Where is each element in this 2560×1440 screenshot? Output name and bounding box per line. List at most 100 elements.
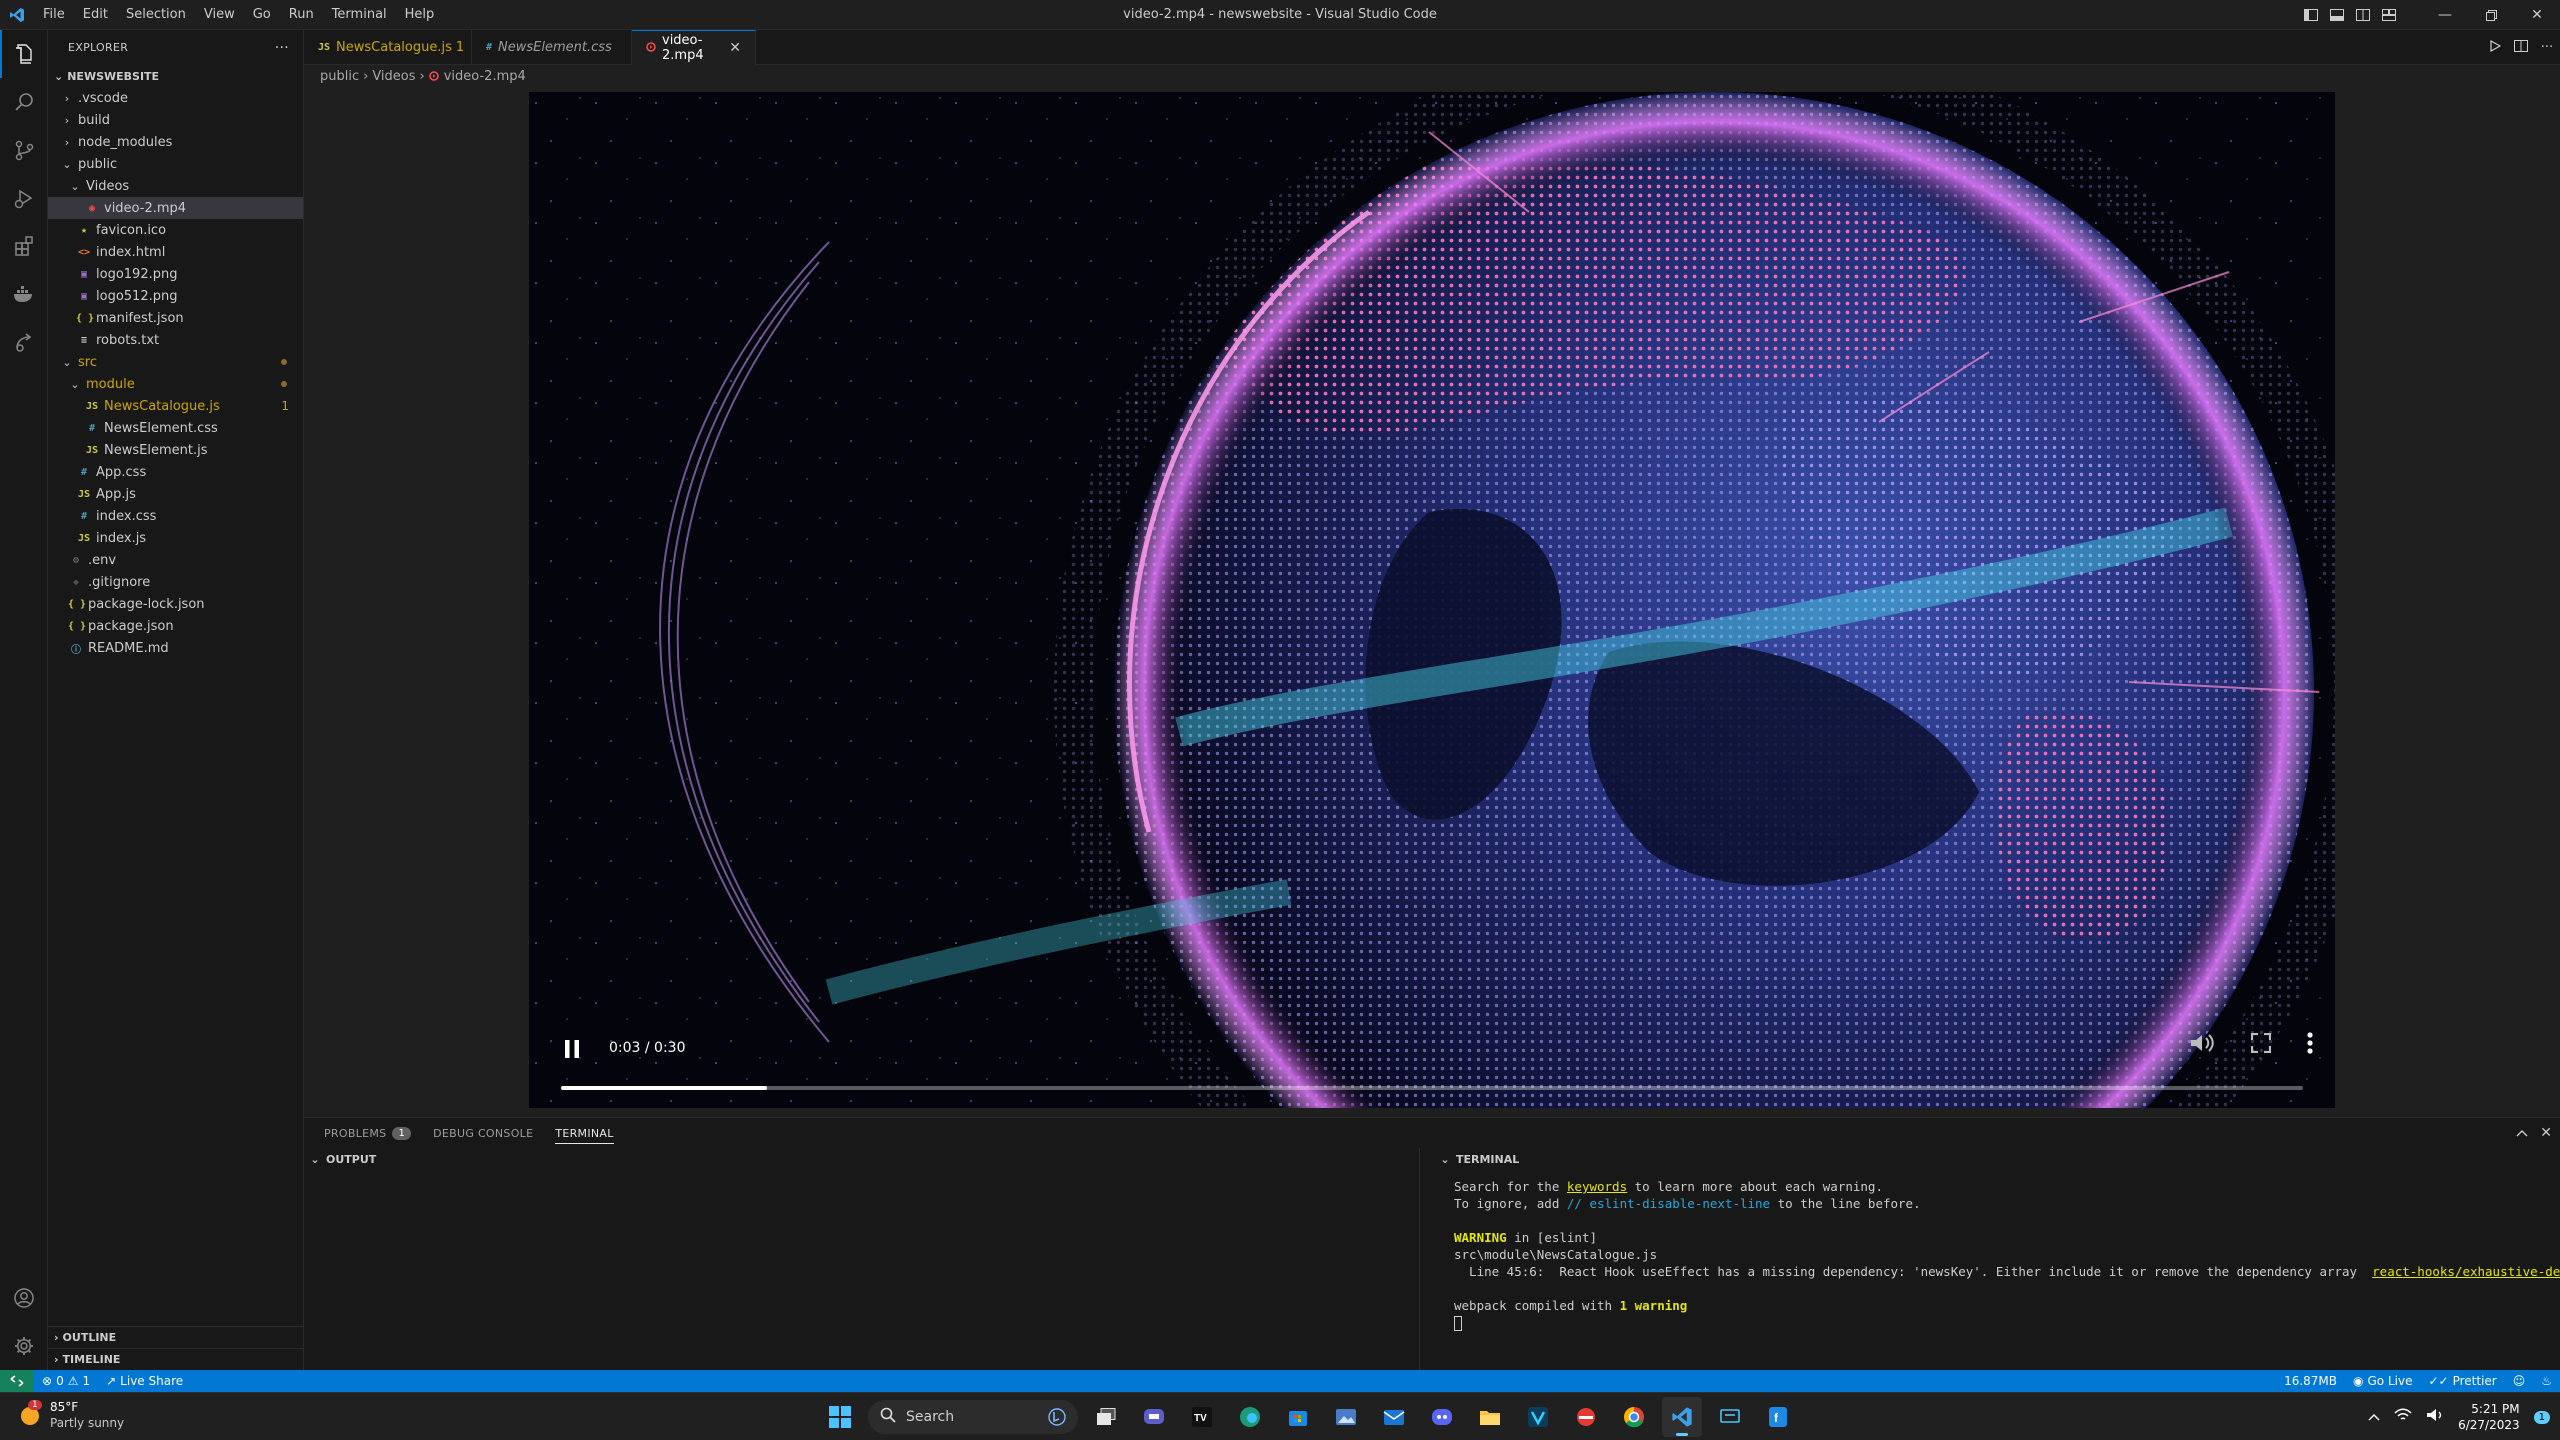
tree-file[interactable]: ≡ robots.txt xyxy=(48,329,303,351)
close-window-button[interactable]: ✕ xyxy=(2514,0,2560,30)
tree-file[interactable]: { } package-lock.json xyxy=(48,593,303,615)
tree-folder[interactable]: ⌄ module xyxy=(48,373,303,395)
menu-selection[interactable]: Selection xyxy=(117,0,195,30)
terminal-pane-header[interactable]: ⌄ TERMINAL xyxy=(1434,1148,2560,1170)
close-tab-icon[interactable]: ✕ xyxy=(729,40,741,56)
task-view-icon[interactable] xyxy=(1086,1397,1126,1437)
menu-terminal[interactable]: Terminal xyxy=(323,0,396,30)
tree-folder[interactable]: › node_modules xyxy=(48,131,303,153)
fullscreen-icon[interactable] xyxy=(2250,1032,2272,1057)
toggle-secondary-sidebar-icon[interactable] xyxy=(2350,0,2376,30)
tree-file[interactable]: ⚙ .env xyxy=(48,549,303,571)
video-progress-bar[interactable] xyxy=(561,1086,2303,1090)
notification-center-badge[interactable]: 1 xyxy=(2533,1410,2550,1424)
run-and-debug-icon[interactable] xyxy=(0,174,48,222)
weather-widget[interactable]: 1 85°F Partly sunny xyxy=(16,1399,124,1431)
store-icon[interactable] xyxy=(1278,1397,1318,1437)
vfx-app-icon[interactable] xyxy=(1518,1397,1558,1437)
rule-link[interactable]: react-hooks/exhaustive-deps xyxy=(2372,1264,2560,1279)
windows-start-icon[interactable] xyxy=(820,1397,860,1437)
tree-file[interactable]: ▣ logo192.png xyxy=(48,263,303,285)
timeline-section-header[interactable]: › TIMELINE xyxy=(48,1348,304,1370)
search-icon[interactable] xyxy=(0,78,48,126)
tree-file[interactable]: JS App.js xyxy=(48,483,303,505)
red-app-icon[interactable] xyxy=(1566,1397,1606,1437)
mail-icon[interactable] xyxy=(1374,1397,1414,1437)
tree-file[interactable]: { } package.json xyxy=(48,615,303,637)
feedback-icon[interactable]: ☺ xyxy=(2505,1374,2534,1388)
problems-status[interactable]: ⊗ 0 ⚠ 1 xyxy=(34,1374,98,1388)
prettier-button[interactable]: ✓✓ Prettier xyxy=(2420,1374,2504,1388)
tree-file[interactable]: JS NewsElement.js xyxy=(48,439,303,461)
go-live-button[interactable]: ◉ Go Live xyxy=(2345,1374,2420,1388)
more-actions-icon[interactable]: ··· xyxy=(2534,40,2560,55)
split-editor-icon[interactable] xyxy=(2508,39,2534,56)
discord-icon[interactable] xyxy=(1422,1397,1462,1437)
more-options-icon[interactable] xyxy=(2307,1032,2313,1058)
pause-button[interactable] xyxy=(557,1034,587,1064)
tab-newselement-css[interactable]: # NewsElement.css xyxy=(472,30,632,65)
teams-chat-icon[interactable] xyxy=(1134,1397,1174,1437)
keywords-link[interactable]: keywords xyxy=(1567,1179,1627,1194)
outline-section-header[interactable]: › OUTLINE xyxy=(48,1326,304,1348)
remote-desktop-icon[interactable] xyxy=(1710,1397,1750,1437)
tree-file[interactable]: ◉ video-2.mp4 xyxy=(48,197,303,219)
tree-file[interactable]: # App.css xyxy=(48,461,303,483)
photos-icon[interactable] xyxy=(1326,1397,1366,1437)
menu-go[interactable]: Go xyxy=(244,0,280,30)
tree-file[interactable]: # index.css xyxy=(48,505,303,527)
file-explorer-icon[interactable] xyxy=(1470,1397,1510,1437)
project-section-header[interactable]: ⌄ NEWSWEBSITE xyxy=(48,65,303,87)
source-control-icon[interactable] xyxy=(0,126,48,174)
accounts-icon[interactable] xyxy=(0,1274,48,1322)
volume-icon[interactable] xyxy=(2189,1032,2215,1058)
explorer-icon[interactable] xyxy=(0,30,48,78)
restore-button[interactable] xyxy=(2468,0,2514,30)
remote-explorer-icon[interactable] xyxy=(0,318,48,366)
manage-gear-icon[interactable] xyxy=(0,1322,48,1370)
video-player[interactable]: 0:03 / 0:30 xyxy=(529,92,2335,1108)
close-panel-icon[interactable]: ✕ xyxy=(2540,1125,2552,1141)
tab-problems[interactable]: PROBLEMS 1 xyxy=(324,1118,412,1148)
chrome-icon[interactable] xyxy=(1614,1397,1654,1437)
tree-folder[interactable]: › build xyxy=(48,109,303,131)
tree-file[interactable]: JS index.js xyxy=(48,527,303,549)
menu-view[interactable]: View xyxy=(195,0,244,30)
clock[interactable]: 5:21 PM 6/27/2023 xyxy=(2458,1401,2520,1433)
remote-indicator-icon[interactable] xyxy=(0,1370,34,1392)
menu-file[interactable]: File xyxy=(34,0,74,30)
customize-layout-icon[interactable] xyxy=(2376,0,2402,30)
taskbar-search-box[interactable]: Search xyxy=(868,1400,1078,1434)
tree-folder[interactable]: ⌄ public xyxy=(48,153,303,175)
tab-newscatalogue-js[interactable]: JS NewsCatalogue.js 1 xyxy=(304,30,472,65)
edge-browser-icon[interactable] xyxy=(1230,1397,1270,1437)
tree-folder[interactable]: ⌄ src xyxy=(48,351,303,373)
breadcrumb-item[interactable]: public xyxy=(320,69,359,84)
extensions-icon[interactable] xyxy=(0,222,48,270)
breadcrumb-item[interactable]: Videos xyxy=(372,69,415,84)
tree-folder[interactable]: › .vscode xyxy=(48,87,303,109)
tree-folder[interactable]: ⌄ Videos xyxy=(48,175,303,197)
breadcrumb-item[interactable]: video-2.mp4 xyxy=(444,69,526,84)
tree-file[interactable]: JS NewsCatalogue.js 1 xyxy=(48,395,303,417)
tree-file[interactable]: ★ favicon.ico xyxy=(48,219,303,241)
live-share-button[interactable]: ↗ Live Share xyxy=(98,1374,191,1388)
tab-terminal[interactable]: TERMINAL xyxy=(555,1118,615,1148)
minimize-button[interactable]: — xyxy=(2422,0,2468,30)
figma-like-app-icon[interactable]: f xyxy=(1758,1397,1798,1437)
tab-video-2-mp4[interactable]: video-2.mp4 ✕ xyxy=(632,30,756,65)
memory-usage[interactable]: 16.87MB xyxy=(2276,1374,2345,1388)
tree-file[interactable]: ⓘ README.md xyxy=(48,637,303,659)
explorer-more-actions-icon[interactable]: ··· xyxy=(275,40,289,56)
tree-file[interactable]: <> index.html xyxy=(48,241,303,263)
run-icon[interactable] xyxy=(2482,39,2508,56)
terminal-output[interactable]: Search for the keywords to learn more ab… xyxy=(1434,1170,2560,1331)
docker-icon[interactable] xyxy=(0,270,48,318)
volume-icon[interactable] xyxy=(2426,1408,2444,1426)
tree-file[interactable]: ▣ logo512.png xyxy=(48,285,303,307)
menu-edit[interactable]: Edit xyxy=(74,0,117,30)
imdb-app-icon[interactable]: TV xyxy=(1182,1397,1222,1437)
notifications-bell-icon[interactable]: ♨ xyxy=(2533,1374,2560,1388)
tree-file[interactable]: ◆ .gitignore xyxy=(48,571,303,593)
show-hidden-icons-icon[interactable] xyxy=(2368,1410,2380,1425)
